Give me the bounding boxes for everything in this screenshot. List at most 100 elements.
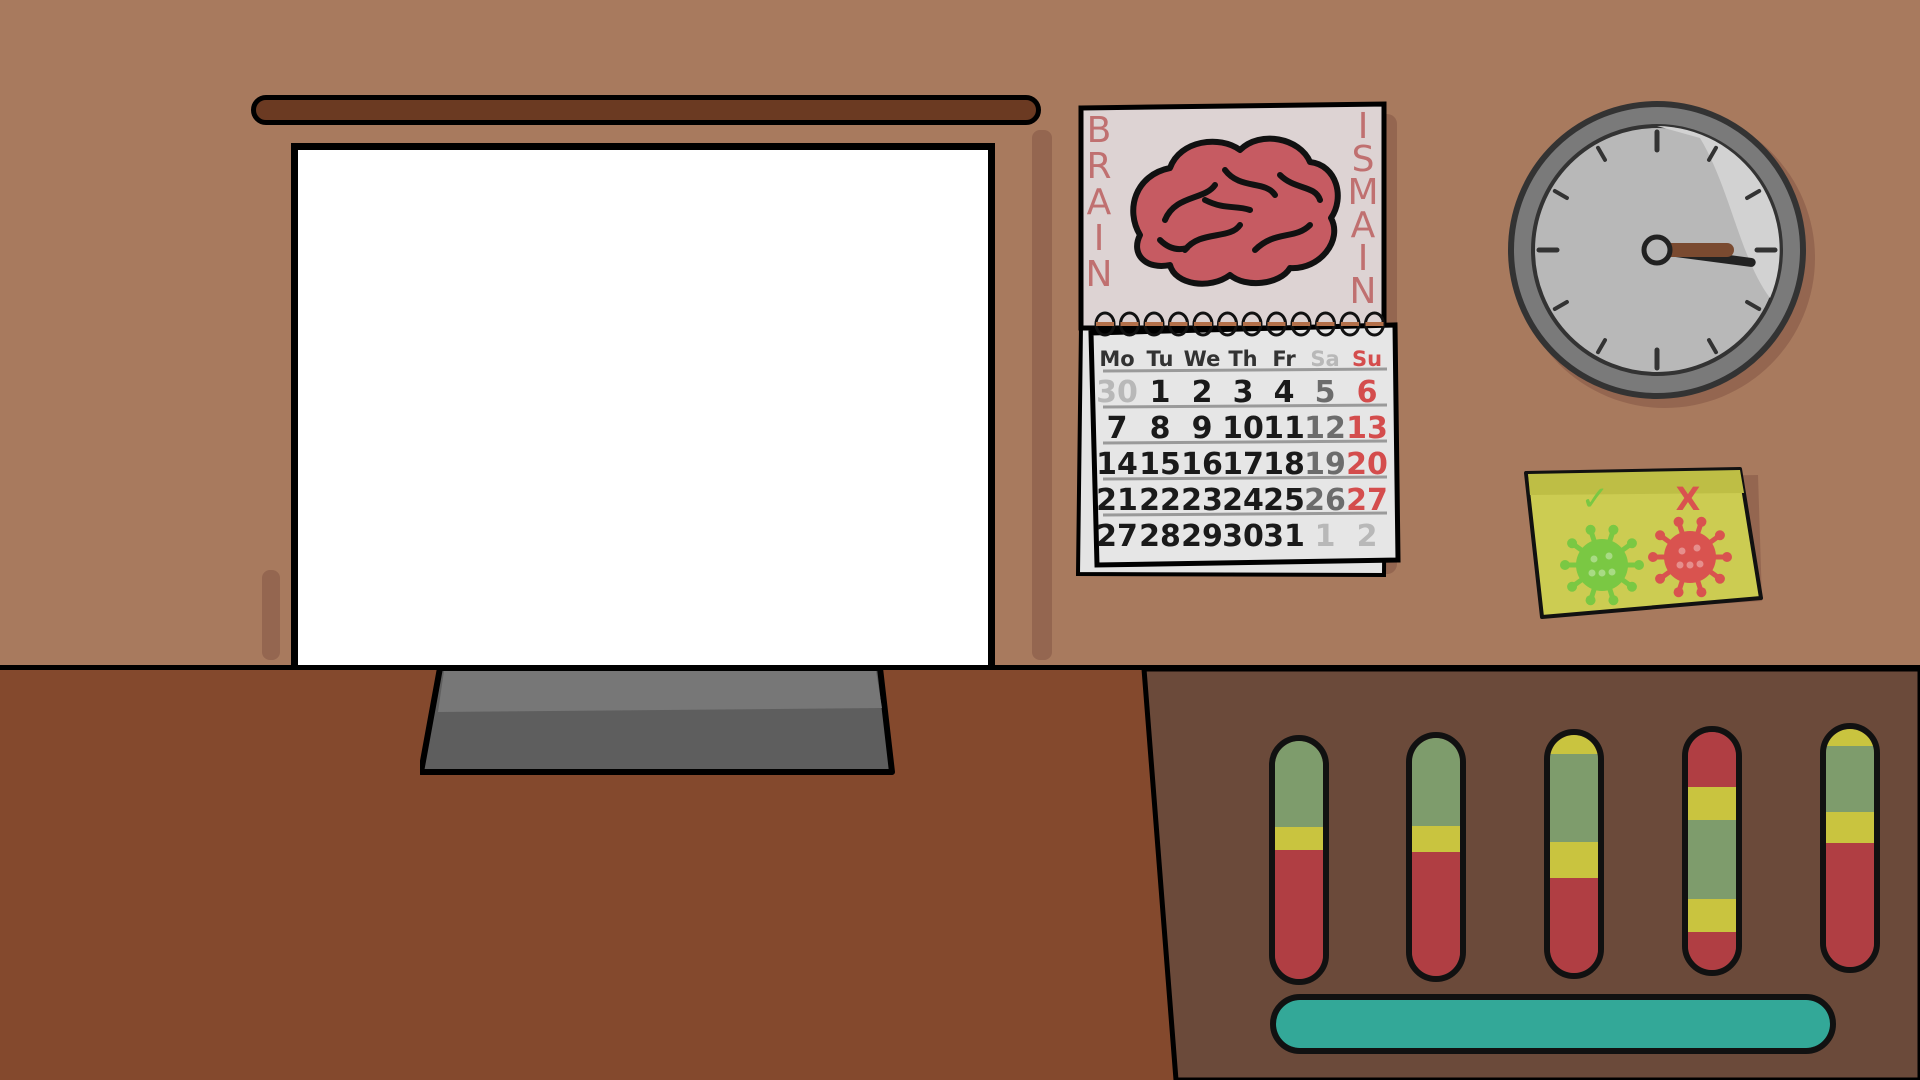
virus-spike-tip [1560, 560, 1570, 570]
progress-fill [1276, 1000, 1830, 1048]
meter-segment [1550, 877, 1598, 973]
meter-segment [1550, 754, 1598, 843]
meter-segment [1412, 826, 1460, 853]
virus-spike-tip [1634, 560, 1644, 570]
virus-spike-tip [1608, 595, 1619, 606]
virus-spot [1588, 569, 1596, 577]
meter-segment [1275, 741, 1323, 827]
virus-spike-tip [1567, 538, 1578, 549]
check-mark-icon: ✓ [1581, 479, 1610, 519]
calendar-day: 15 [1139, 447, 1181, 482]
virus-spike-tip [1655, 530, 1666, 541]
meter-segment [1688, 820, 1736, 899]
calendar-day: 29 [1181, 519, 1223, 554]
meter-tube [1544, 729, 1604, 979]
virus-spike-tip [1696, 587, 1707, 598]
poster-letter: N [1350, 271, 1377, 312]
calendar-row-line [1102, 475, 1388, 481]
meter-tube [1682, 726, 1742, 976]
poster-letter: B [1087, 110, 1112, 151]
sticky-note-tape [1528, 470, 1744, 495]
poster-letters-left: BRAIN [1086, 110, 1113, 295]
weekday-label: Fr [1272, 347, 1296, 371]
weekday-label: Th [1228, 347, 1257, 371]
meter-tube [1406, 732, 1466, 982]
weekday-label: Mo [1099, 347, 1134, 371]
screen-shadow-right [1032, 130, 1052, 660]
calendar-day: 7 [1107, 411, 1128, 446]
virus-spike-tip [1696, 516, 1707, 527]
progress-bar [1270, 994, 1836, 1054]
calendar-day: 8 [1150, 411, 1171, 446]
projection-screen[interactable] [291, 143, 995, 668]
virus-spike-tip [1722, 552, 1732, 562]
meter-segment [1275, 850, 1323, 979]
meter-segment [1826, 843, 1874, 967]
poster-letter: I [1094, 218, 1105, 259]
calendar-day: 30 [1096, 375, 1138, 410]
calendar-day: 1 [1315, 519, 1336, 554]
virus-spike-tip [1648, 552, 1658, 562]
virus-body [1576, 539, 1628, 591]
calendar-day: 9 [1192, 411, 1213, 446]
virus-spot [1686, 561, 1694, 569]
calendar-day: 30 [1222, 519, 1264, 554]
virus-spot [1678, 547, 1686, 555]
meter-segment [1688, 931, 1736, 970]
calendar-row-line [1102, 403, 1388, 409]
calendar-row-line [1102, 439, 1388, 445]
screen-shadow-left [262, 570, 280, 660]
calendar-day: 2 [1357, 519, 1378, 554]
weekday-label: Tu [1147, 347, 1174, 371]
virus-spike-tip [1626, 538, 1637, 549]
calendar-day: 1 [1150, 375, 1171, 410]
meter-segment [1826, 812, 1874, 844]
virus-spot [1676, 561, 1684, 569]
weekday-label: We [1184, 347, 1221, 371]
meter-segment [1275, 826, 1323, 851]
virus-spike-tip [1585, 595, 1596, 606]
meter-segment [1688, 786, 1736, 821]
meter-segment [1412, 738, 1460, 827]
virus-spot [1693, 544, 1701, 552]
virus-spike-tip [1626, 581, 1637, 592]
screen-stand [420, 668, 895, 775]
virus-spike-tip [1655, 573, 1666, 584]
virus-spot [1598, 569, 1606, 577]
sticky-note[interactable]: ✓ X [1520, 465, 1770, 635]
meter-segment [1688, 898, 1736, 932]
virus-spike-tip [1608, 524, 1619, 535]
virus-spike-tip [1673, 587, 1684, 598]
meter-segment [1550, 735, 1598, 755]
calendar-day: 2 [1192, 375, 1213, 410]
meter-segment [1826, 745, 1874, 813]
virus-body [1664, 531, 1716, 583]
meter-segment [1688, 732, 1736, 787]
poster-letter: R [1086, 146, 1111, 187]
poster-letter: N [1086, 254, 1113, 295]
weekday-label: Su [1352, 347, 1382, 371]
meter-tube [1269, 735, 1329, 985]
wall-calendar[interactable]: BRAIN ISMAIN Mo Tu We Th Fr Sa Su30 1 2 3 4 5 67 8 9 10… [1075, 100, 1405, 580]
calendar-day: 14 [1096, 447, 1138, 482]
virus-spike-tip [1585, 524, 1596, 535]
virus-spot [1608, 568, 1616, 576]
calendar-day: 27 [1096, 519, 1138, 554]
meter-segment [1550, 842, 1598, 878]
calendar-row-line [1102, 511, 1388, 517]
calendar-day: 22 [1139, 483, 1181, 518]
virus-spike-tip [1567, 581, 1578, 592]
meter-segment [1412, 852, 1460, 976]
virus-spike-tip [1673, 516, 1684, 527]
virus-spot [1590, 555, 1598, 563]
weekday-label: Sa [1310, 347, 1339, 371]
cross-mark-icon: X [1676, 480, 1701, 518]
calendar-day: 28 [1139, 519, 1181, 554]
calendar-row-line [1102, 367, 1388, 373]
calendar-day: 31 [1263, 519, 1305, 554]
meter-tube [1820, 723, 1880, 973]
screen-roller-bar [251, 95, 1041, 125]
calendar-day: 21 [1096, 483, 1138, 518]
virus-spot [1605, 552, 1613, 560]
wall-clock [1508, 101, 1815, 408]
